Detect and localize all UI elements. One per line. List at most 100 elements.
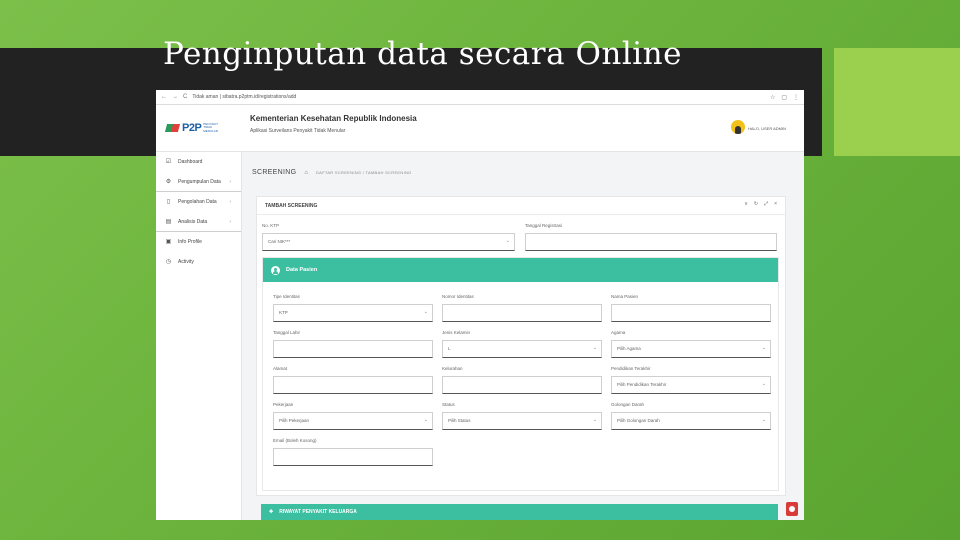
sidebar-item-label: Dashboard	[178, 158, 203, 165]
sidebar-item-pengolahan-data[interactable]: ▯ Pengolahan Data ›	[156, 192, 241, 212]
agama-label: Agama	[611, 330, 626, 335]
clock-icon: ◷	[165, 259, 172, 265]
sidebar-item-label: Activity	[178, 258, 194, 265]
checkbox-icon: ☑	[165, 159, 172, 165]
home-icon[interactable]: ⌂	[304, 170, 308, 176]
email-field[interactable]	[273, 448, 433, 466]
header-subtitle: Aplikasi Surveilans Penyakit Tidak Menul…	[250, 128, 346, 134]
star-icon[interactable]: ☆	[770, 94, 775, 101]
chevron-right-icon: ›	[229, 218, 231, 225]
screening-card: TAMBAH SCREENING ∨ ↻ ⤢ × No. KTP Cari NI…	[256, 196, 786, 496]
gear-icon: ⚙	[165, 179, 172, 185]
logo-subtext: PENYAKIT TIDAK MENULAR	[203, 121, 218, 133]
close-icon[interactable]: ×	[774, 201, 777, 207]
sidebar-item-info-profile[interactable]: ▣ Info Profile	[156, 232, 241, 252]
tgl-lahir-input[interactable]	[273, 340, 433, 358]
sidebar-item-label: Pengolahan Data	[178, 198, 217, 205]
alamat-label: Alamat	[273, 366, 288, 371]
chevron-right-icon: ›	[229, 198, 231, 205]
status-select[interactable]: Pilih Status ⌄	[442, 412, 602, 430]
card-header: TAMBAH SCREENING ∨ ↻ ⤢ ×	[257, 197, 785, 215]
profile-icon: ▣	[165, 239, 172, 245]
family-history-panel[interactable]: ✚ RIWAYAT PENYAKIT KELUARGA	[261, 504, 778, 520]
tipe-select[interactable]: KTP ⌄	[273, 304, 433, 322]
date-label: Tanggal Registrasi	[525, 223, 563, 228]
expand-icon[interactable]: ⤢	[764, 201, 768, 207]
chevron-down-icon: ⌄	[592, 345, 597, 351]
jk-select[interactable]: L ⌄	[442, 340, 602, 358]
back-icon[interactable]: ←	[161, 94, 167, 100]
nomor-label: Nomor Identitas	[442, 294, 474, 299]
nik-search-input[interactable]: Cari NIK*** ⌄	[262, 233, 515, 251]
sidebar-item-dashboard[interactable]: ☑ Dashboard	[156, 152, 241, 172]
sidebar-item-label: Analisis Data	[178, 218, 208, 225]
nomor-input[interactable]	[442, 304, 602, 322]
address-bar[interactable]: Tidak aman | sibatra.p2ptm.id/registrati…	[192, 94, 765, 100]
status-value: Pilih Status	[448, 418, 471, 423]
alamat-input[interactable]	[273, 376, 433, 394]
help-button[interactable]	[786, 502, 798, 516]
pendidikan-label: Pendidikan Terakhir	[611, 366, 651, 371]
chevron-down-icon: ⌄	[761, 417, 766, 423]
tipe-label: Tipe Identitas	[273, 294, 300, 299]
tipe-value: KTP	[279, 310, 288, 315]
date-input[interactable]	[525, 233, 777, 251]
patient-panel-header: Data Pasien	[263, 258, 778, 282]
browser-bar: ← → C Tidak aman | sibatra.p2ptm.id/regi…	[156, 90, 804, 105]
nama-input[interactable]	[611, 304, 771, 322]
refresh-icon[interactable]: ↻	[754, 201, 758, 207]
chevron-down-icon: ⌄	[505, 238, 510, 244]
chevron-down-icon: ⌄	[423, 417, 428, 423]
chevron-down-icon: ⌄	[761, 381, 766, 387]
collapse-icon[interactable]: ∨	[744, 201, 748, 207]
pekerjaan-select[interactable]: Pilih Pekerjaan ⌄	[273, 412, 433, 430]
agama-select[interactable]: Pilih Agama ⌄	[611, 340, 771, 358]
sidebar-item-pengumpulan-data[interactable]: ⚙ Pengumpulan Data ›	[156, 172, 241, 192]
header-title: Kementerian Kesehatan Republik Indonesia	[250, 114, 417, 123]
chevron-down-icon: ⌄	[761, 345, 766, 351]
kelurahan-input[interactable]	[442, 376, 602, 394]
golongan-select[interactable]: Pilih Golongan Darah ⌄	[611, 412, 771, 430]
tgl-lahir-label: Tanggal Lahir	[273, 330, 301, 335]
sidebar-item-label: Pengumpulan Data	[178, 178, 221, 185]
user-name[interactable]: HALO, USER ADMIN	[748, 126, 786, 131]
jk-label: Jenis Kelamin	[442, 330, 471, 335]
chart-icon: ▤	[165, 219, 172, 225]
family-panel-title: RIWAYAT PENYAKIT KELUARGA	[279, 509, 357, 515]
sidebar-item-analisis-data[interactable]: ▤ Analisis Data ›	[156, 212, 241, 232]
logo-mark-icon	[164, 121, 181, 135]
agama-value: Pilih Agama	[617, 346, 641, 351]
patient-panel-title: Data Pasien	[286, 267, 318, 273]
nama-label: Nama Pasien	[611, 294, 639, 299]
nik-search-value: Cari NIK***	[268, 239, 291, 244]
pendidikan-value: Pilih Pendidikan Terakhir	[617, 382, 667, 387]
extension-icon[interactable]: ▢	[781, 94, 787, 101]
sidebar-item-label: Info Profile	[178, 238, 202, 245]
page-title: SCREENING	[252, 169, 297, 176]
sidebar-item-activity[interactable]: ◷ Activity	[156, 252, 241, 272]
main-content: SCREENING ⌂ DAFTAR SCREENING / TAMBAH SC…	[242, 152, 804, 520]
patient-panel: Data Pasien Tipe Identitas KTP ⌄ Nomor I…	[262, 257, 779, 491]
user-icon	[271, 265, 280, 275]
jk-value: L	[448, 346, 451, 351]
logo[interactable]: P2P PENYAKIT TIDAK MENULAR	[164, 121, 221, 135]
avatar[interactable]	[731, 120, 745, 134]
nik-label: No. KTP	[262, 223, 280, 228]
pendidikan-select[interactable]: Pilih Pendidikan Terakhir ⌄	[611, 376, 771, 394]
card-title: TAMBAH SCREENING	[265, 202, 318, 209]
chevron-down-icon: ⌄	[423, 309, 428, 315]
file-icon: ▯	[166, 199, 171, 205]
slide-title: Penginputan data secara Online	[163, 36, 682, 72]
pekerjaan-label: Pekerjaan	[273, 402, 294, 407]
breadcrumb-path[interactable]: DAFTAR SCREENING / TAMBAH SCREENING	[316, 170, 412, 175]
logo-text: P2P	[182, 122, 202, 134]
accent-square	[834, 48, 960, 156]
screenshot-frame: ← → C Tidak aman | sibatra.p2ptm.id/regi…	[156, 90, 804, 520]
breadcrumb: SCREENING ⌂ DAFTAR SCREENING / TAMBAH SC…	[252, 169, 412, 176]
reload-icon[interactable]: C	[183, 94, 187, 100]
sidebar: ☑ Dashboard ⚙ Pengumpulan Data › ▯ Pengo…	[156, 152, 242, 520]
menu-icon[interactable]: ⋮	[793, 94, 799, 101]
chevron-right-icon: ›	[229, 178, 231, 185]
app-header: P2P PENYAKIT TIDAK MENULAR Kementerian K…	[156, 105, 804, 152]
forward-icon[interactable]: →	[172, 94, 178, 100]
